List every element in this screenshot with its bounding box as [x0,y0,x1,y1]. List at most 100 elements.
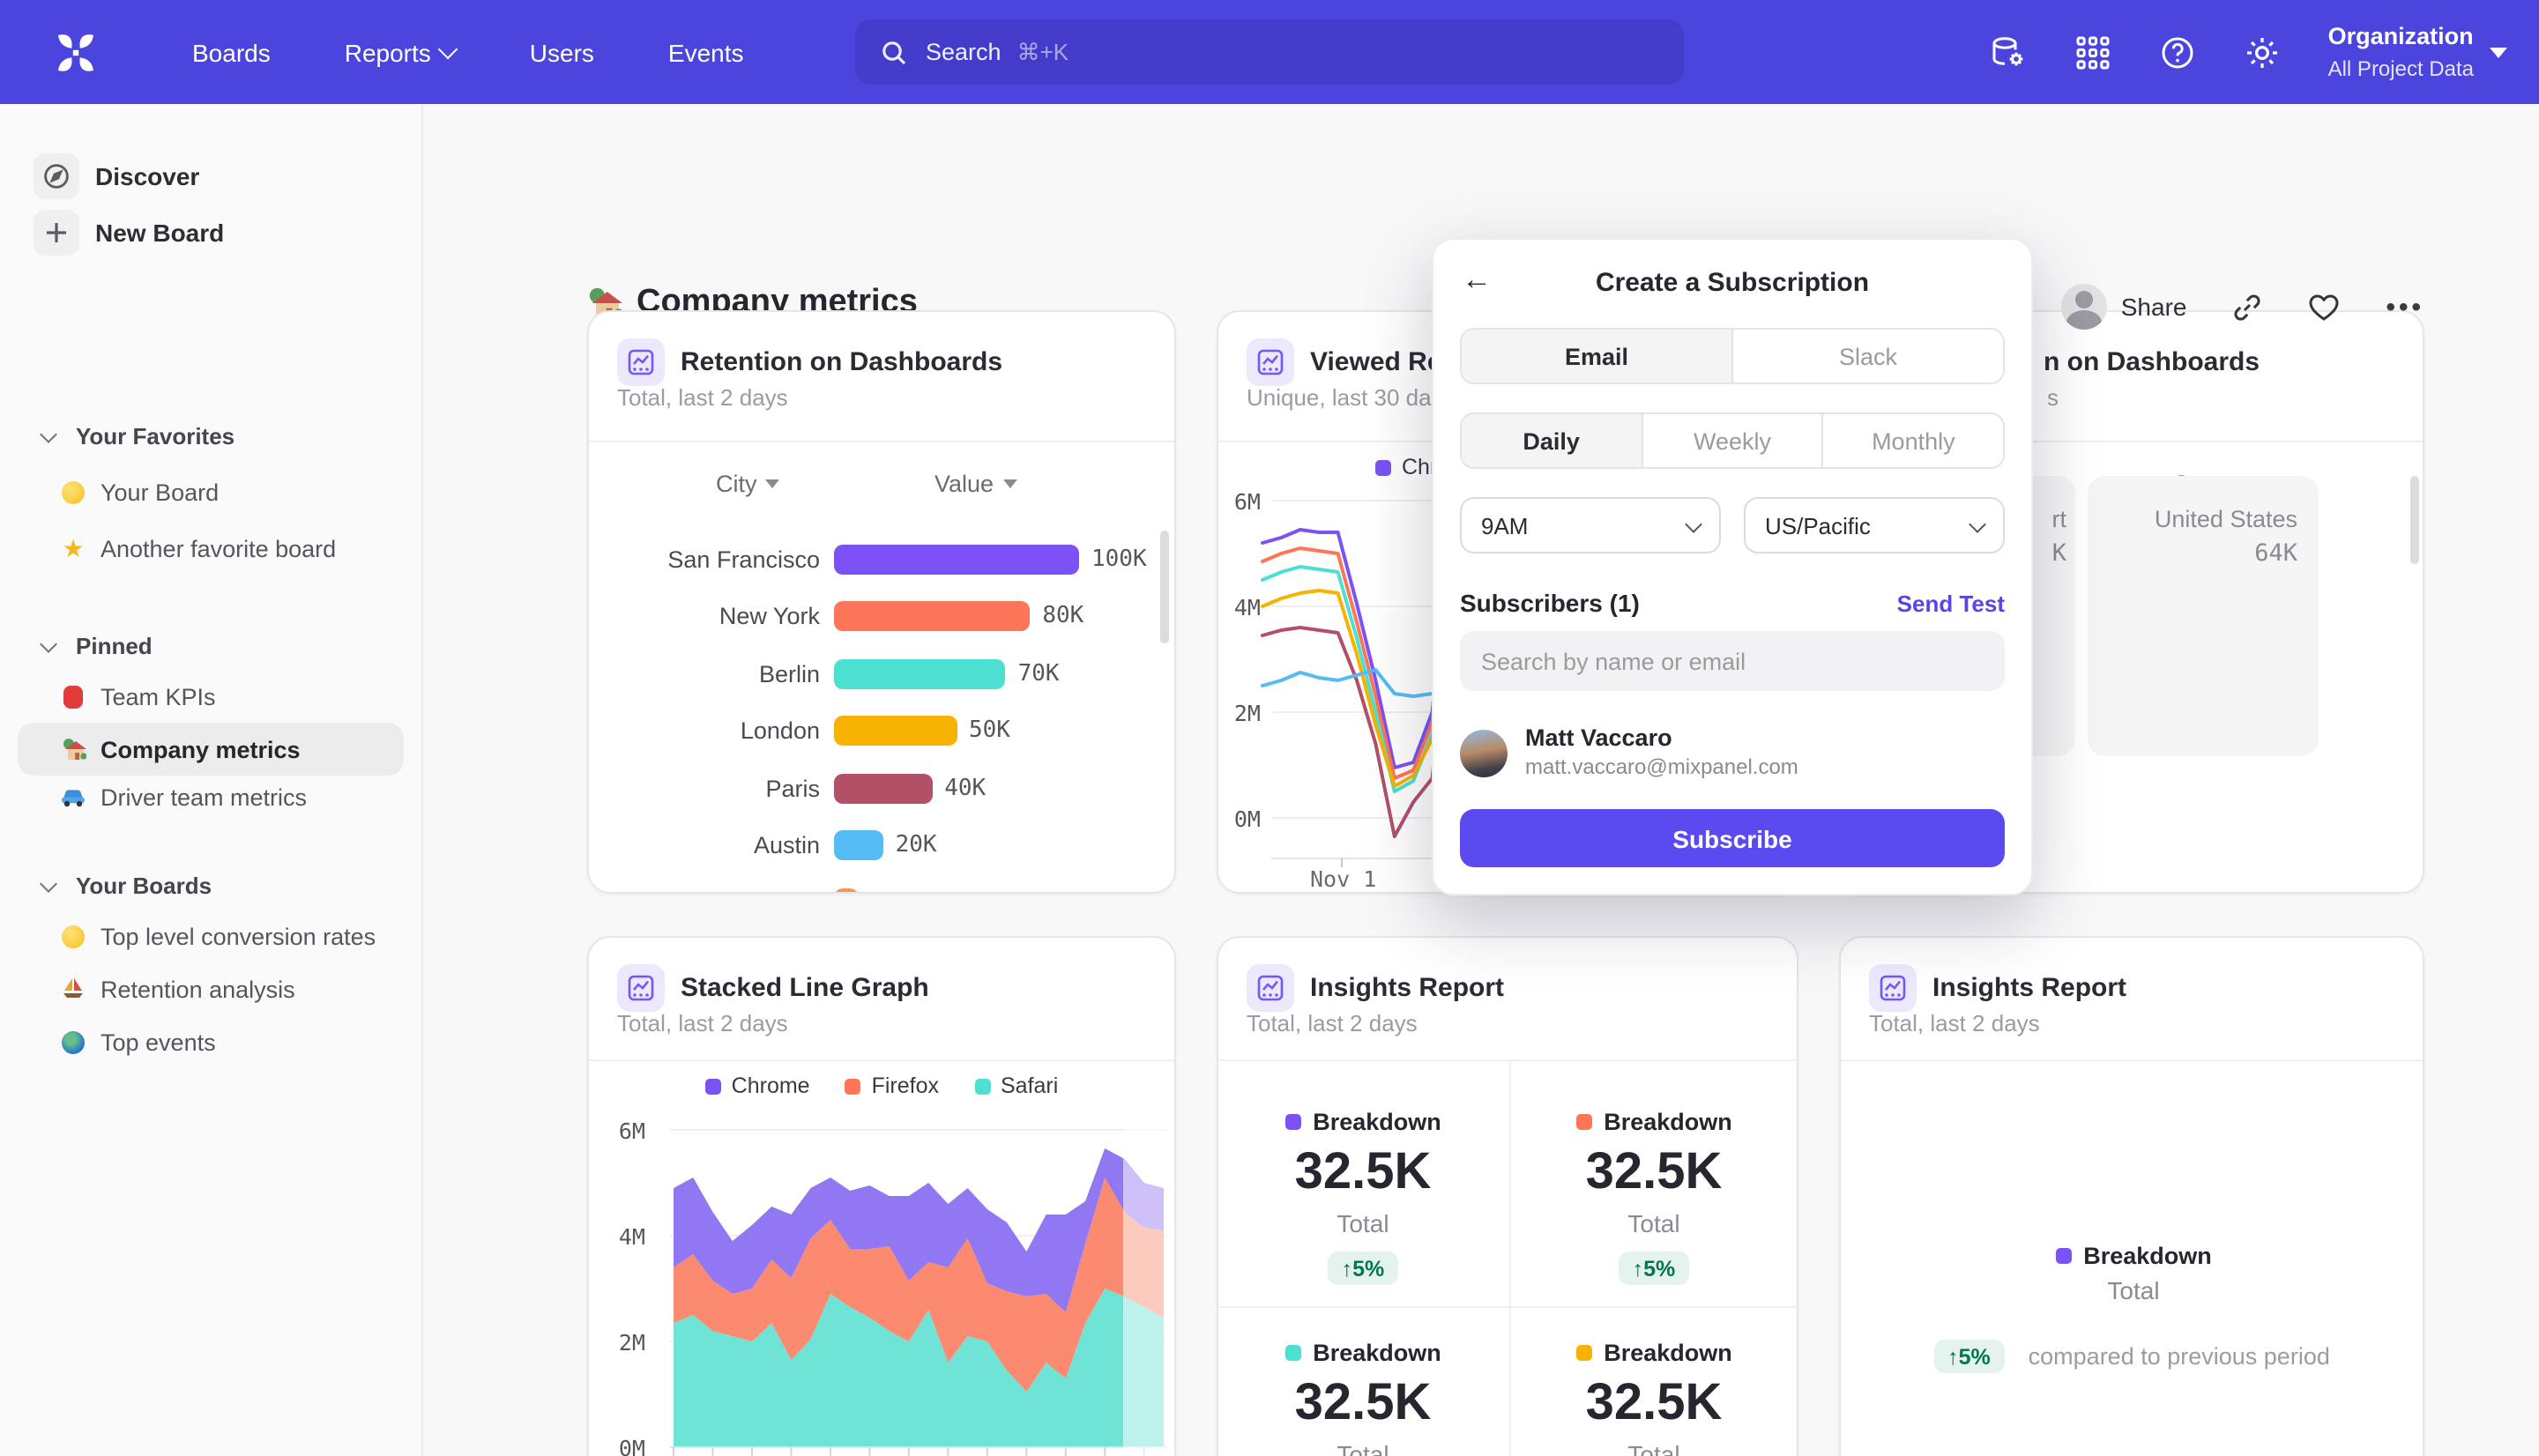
table-row[interactable]: San Francisco100K [589,531,1157,588]
sidebar-item-retention-analysis[interactable]: Retention analysis [18,962,404,1015]
sidebar-item-top-events[interactable]: Top events [18,1015,404,1068]
sidebar-item-team-kpis[interactable]: Team KPIs [18,670,404,723]
country-value: 64K [2254,539,2297,568]
row-city-label: Austin [589,833,820,859]
send-test-link[interactable]: Send Test [1897,591,2005,617]
card-subtitle: Total, last 2 days [1869,1010,2040,1036]
table-row[interactable]: Austin20K [589,817,1157,874]
card-title[interactable]: Viewed Re [1310,347,1442,377]
table-row[interactable]: Berlin70K [589,645,1157,702]
sidebar-item-company-metrics[interactable]: Company metrics [18,723,404,776]
time-select[interactable]: 9AM [1460,497,1721,553]
org-switcher[interactable]: Organization All Project Data [2328,22,2507,83]
bar[interactable] [834,659,1006,689]
chevron-down-icon [1685,515,1702,532]
mixpanel-logo-icon[interactable] [49,26,102,78]
nav-item-users[interactable]: Users [493,0,631,104]
legend-swatch [2055,1248,2071,1264]
sidebar: Discover New Board Your Favorites Your B… [0,104,423,1456]
apps-grid-icon[interactable] [2074,33,2113,71]
sidebar-item-your-board[interactable]: Your Board [18,465,404,518]
metric-value: 32.5K [1222,1144,1504,1202]
help-icon[interactable] [2159,33,2198,71]
sidebar-item-top-level-conversion-rates[interactable]: Top level conversion rates [18,910,404,962]
bar[interactable] [834,602,1030,632]
row-city-label: Paris [589,776,820,802]
subscriber-search-input[interactable]: Search by name or email [1460,631,2005,691]
card-title[interactable]: Insights Report [1932,973,2126,1003]
card-stacked-line-graph: Stacked Line Graph Total, last 2 days Ch… [587,936,1176,1456]
metric-breakdown-1[interactable]: Breakdown 32.5K Total ↑5% [1222,1109,1504,1285]
nav-item-events[interactable]: Events [631,0,781,104]
tab-slack[interactable]: Slack [1733,330,2003,383]
x-tick: Nov 1 [1310,865,1376,892]
tab-daily[interactable]: Daily [1462,414,1642,467]
settings-gear-icon[interactable] [2244,33,2282,71]
bar[interactable] [834,774,932,804]
table-row[interactable]: Bangalore10K [589,874,1157,892]
chevron-down-icon [2490,47,2507,57]
tab-monthly[interactable]: Monthly [1824,414,2003,467]
bar[interactable] [834,888,859,893]
row-value: 40K [944,776,986,802]
table-row[interactable]: New York80K [589,588,1157,645]
bar[interactable] [834,831,883,861]
card-subtitle: Total, last 2 days [617,384,788,411]
card-subtitle: Total, last 2 days [1247,1010,1418,1036]
tab-email[interactable]: Email [1462,330,1733,383]
country-panel[interactable]: United States 64K [2088,476,2319,756]
row-city-label: London [589,718,820,745]
data-sources-icon[interactable] [1990,33,2029,71]
sidebar-item-new-board[interactable]: New Board [0,208,421,257]
metric-total-label: Total [1222,1209,1504,1237]
card-title[interactable]: n on Dashboards [2044,347,2260,377]
sidebar-section-your-boards[interactable]: Your Boards [0,862,421,908]
scrollbar[interactable] [2410,476,2419,564]
house-emoji-icon [60,736,86,762]
column-header-city[interactable]: City [716,471,780,497]
chevron-down-icon [40,425,57,442]
legend-swatch [705,1078,721,1094]
metric-breakdown-2[interactable]: Breakdown 32.5K Total ↑5% [1513,1109,1795,1285]
metric-breakdown-4[interactable]: Breakdown 32.5K Total ↑5% [1513,1340,1795,1456]
search-input[interactable]: Search ⌘+K [855,19,1684,85]
copy-link-icon[interactable] [2232,292,2262,322]
metric-value: 32.5K [1222,1375,1504,1433]
timezone-select[interactable]: US/Pacific [1744,497,2005,553]
metric-breakdown-3[interactable]: Breakdown 32.5K Total ↑5% [1222,1340,1504,1456]
sidebar-item-discover[interactable]: Discover [0,152,421,201]
avatar [1460,729,1508,776]
sidebar-item-another-favorite-board[interactable]: Another favorite board [18,522,404,575]
card-subtitle: Total, last 2 days [617,1010,788,1036]
nav-item-reports[interactable]: Reports [308,0,493,104]
share-button[interactable]: Share [2061,284,2187,330]
bar[interactable] [834,717,957,747]
legend-swatch [1284,1114,1300,1130]
sidebar-item-driver-team-metrics[interactable]: Driver team metrics [18,770,404,823]
tab-weekly[interactable]: Weekly [1642,414,1823,467]
subscriber-email: matt.vaccaro@mixpanel.com [1525,754,1798,781]
bar[interactable] [834,545,1079,575]
sidebar-section-your-favorites[interactable]: Your Favorites [0,412,421,458]
frequency-tabs: Daily Weekly Monthly [1460,412,2005,469]
row-city-label: Bangalore [589,890,820,893]
avatar [2061,284,2107,330]
more-options-icon[interactable]: ••• [2386,292,2424,322]
scrollbar[interactable] [1160,531,1169,643]
table-row[interactable]: Paris 40K [589,760,1157,817]
legend-swatch [845,1078,861,1094]
card-title[interactable]: Insights Report [1310,973,1504,1003]
chevron-down-icon [438,40,458,60]
subscribe-submit-button[interactable]: Subscribe [1460,809,2005,867]
column-header-value[interactable]: Value [934,471,1016,497]
table-row[interactable]: London50K [589,702,1157,760]
card-title[interactable]: Retention on Dashboards [681,347,1002,377]
card-title[interactable]: Stacked Line Graph [681,973,929,1003]
row-city-label: San Francisco [589,546,820,573]
sidebar-section-pinned[interactable]: Pinned [0,622,421,668]
nav-item-boards[interactable]: Boards [155,0,308,104]
smiley-emoji-icon [60,479,86,505]
subscriber-list-item[interactable]: Matt Vaccaro matt.vaccaro@mixpanel.com [1460,724,2005,781]
favorite-heart-icon[interactable] [2308,292,2340,322]
metric-breakdown-single[interactable]: Breakdown Total [1992,1243,2275,1304]
